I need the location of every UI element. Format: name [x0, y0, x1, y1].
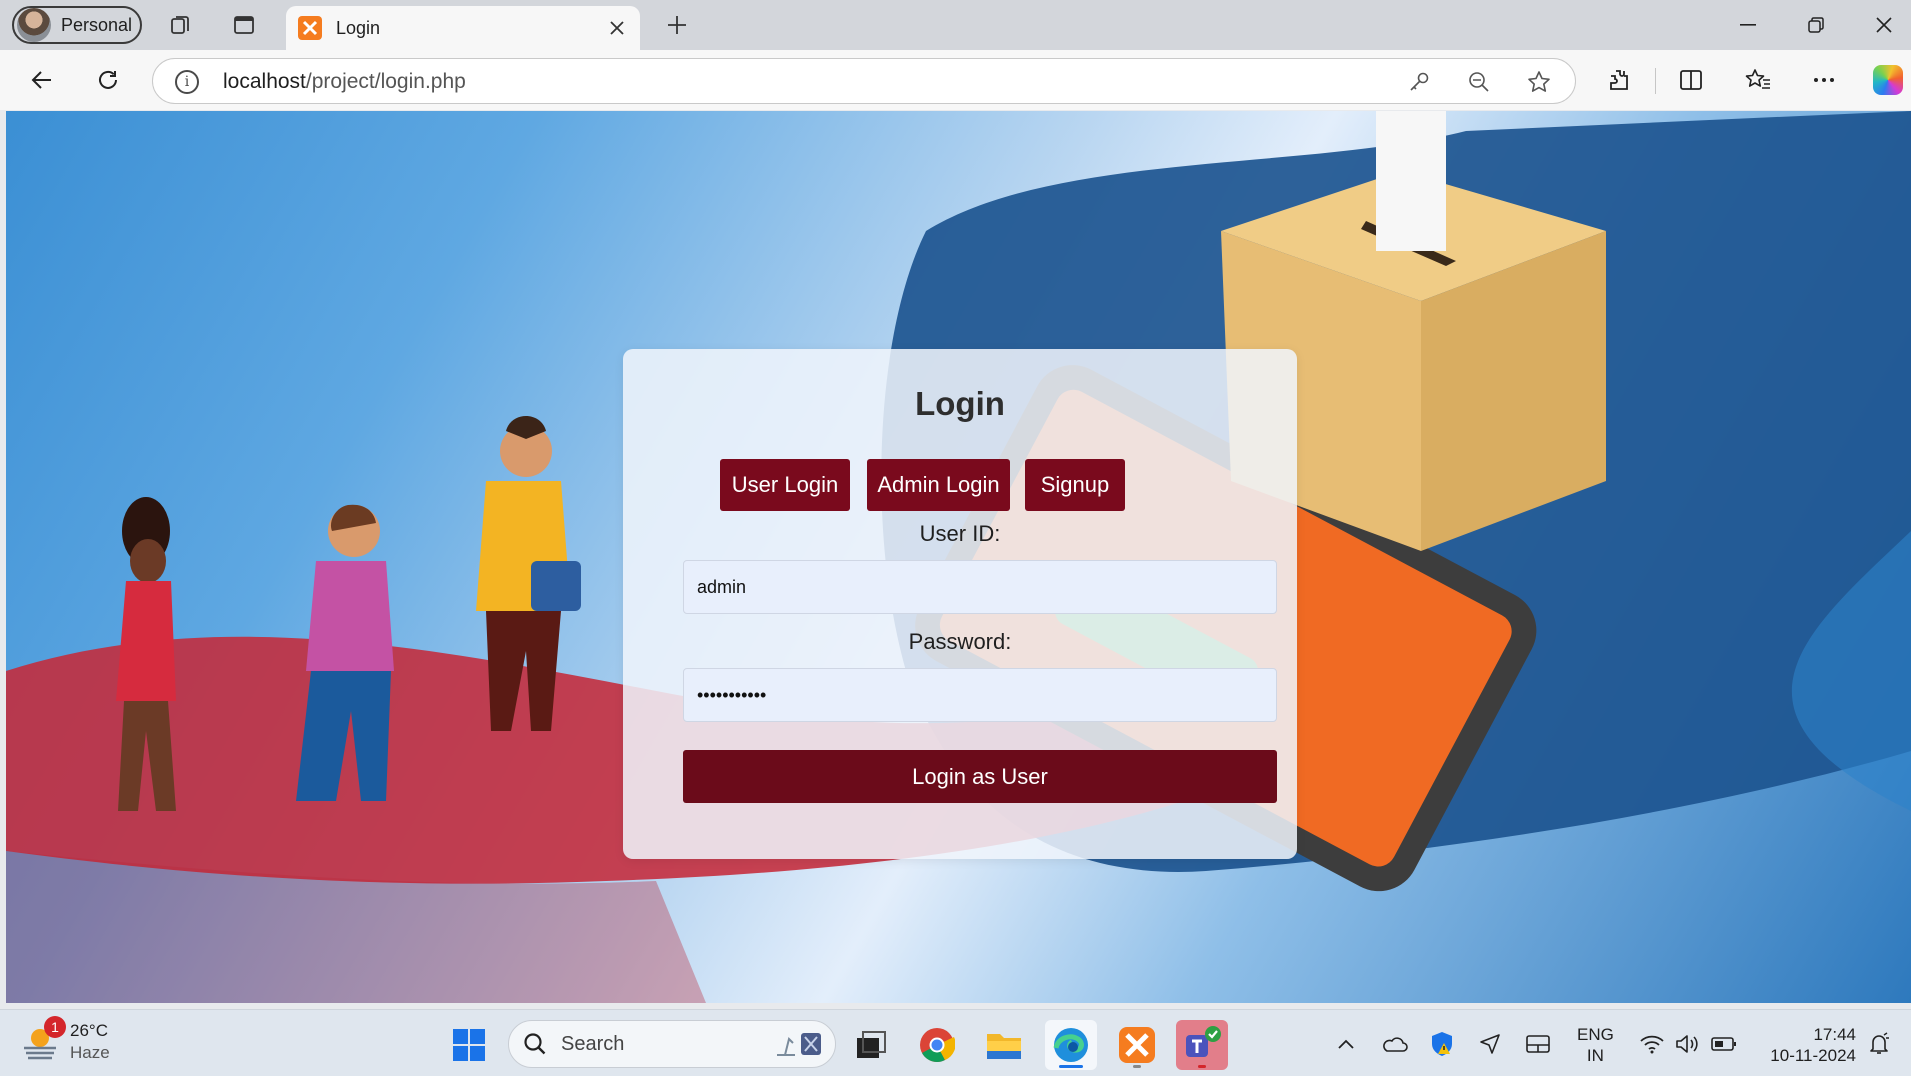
teams-app[interactable]	[1176, 1020, 1228, 1070]
tab-title: Login	[336, 17, 381, 38]
tab-actions-icon[interactable]	[229, 10, 259, 40]
site-info-icon[interactable]: i	[175, 70, 199, 94]
clock-date: 10-11-2024	[1770, 1046, 1856, 1065]
user-id-input[interactable]	[683, 560, 1277, 614]
search-highlight-icon	[777, 1033, 821, 1056]
running-app-indicator	[1133, 1065, 1141, 1068]
more-options-icon[interactable]	[1806, 62, 1842, 98]
chrome-app[interactable]	[911, 1020, 963, 1070]
copilot-icon[interactable]	[1873, 65, 1903, 95]
xampp-app[interactable]	[1111, 1020, 1163, 1070]
volume-icon[interactable]	[1673, 1030, 1701, 1058]
favorite-star-icon[interactable]	[1525, 68, 1553, 96]
tablet-mode-icon[interactable]	[1524, 1030, 1552, 1058]
workspaces-icon[interactable]	[166, 10, 196, 40]
avatar	[17, 8, 51, 42]
file-explorer-app[interactable]	[978, 1020, 1030, 1070]
teams-icon	[1186, 1026, 1221, 1057]
back-icon[interactable]	[24, 62, 60, 98]
active-app-indicator	[1059, 1065, 1083, 1068]
folder-icon	[987, 1034, 1021, 1059]
notification-bell-icon[interactable]	[1865, 1030, 1893, 1058]
login-card: Login User Login Admin Login Signup User…	[623, 349, 1297, 859]
show-hidden-icons-chevron-icon[interactable]	[1332, 1030, 1360, 1058]
clock-time: 17:44	[1813, 1025, 1856, 1044]
chrome-icon	[920, 1028, 955, 1062]
user-login-button[interactable]: User Login	[720, 459, 850, 511]
split-screen-icon[interactable]	[1673, 62, 1709, 98]
password-key-icon[interactable]	[1405, 68, 1433, 96]
start-button[interactable]	[443, 1020, 495, 1070]
edge-app[interactable]	[1045, 1020, 1097, 1070]
favorites-icon[interactable]	[1740, 62, 1776, 98]
weather-widget[interactable]: 1 26°C Haze	[20, 1016, 110, 1064]
admin-login-button[interactable]: Admin Login	[867, 459, 1010, 511]
password-input[interactable]	[683, 668, 1277, 722]
profile-button[interactable]: Personal	[12, 6, 142, 44]
user-id-label: User ID:	[919, 521, 1001, 546]
url-text[interactable]: localhost/project/login.php	[223, 70, 466, 94]
tab-login[interactable]: Login	[286, 6, 640, 50]
profile-label: Personal	[61, 14, 133, 35]
taskbar-search[interactable]: Search	[508, 1020, 836, 1068]
attention-indicator	[1198, 1065, 1206, 1068]
edge-icon	[1053, 1028, 1088, 1062]
wifi-icon[interactable]	[1638, 1030, 1666, 1058]
browser-toolbar: i localhost/project/login.php	[0, 50, 1911, 110]
page-viewport: Login User Login Admin Login Signup User…	[6, 111, 1911, 1003]
windows-logo-icon	[453, 1029, 485, 1061]
defender-shield-icon[interactable]	[1428, 1030, 1456, 1058]
signup-button[interactable]: Signup	[1025, 459, 1125, 511]
tab-strip: Personal Login	[0, 0, 1911, 50]
extensions-icon[interactable]	[1601, 62, 1637, 98]
haze-weather-icon: 1	[20, 1016, 66, 1062]
password-label: Password:	[908, 629, 1012, 654]
task-view-button[interactable]	[845, 1020, 897, 1070]
address-bar[interactable]: i localhost/project/login.php	[152, 58, 1576, 104]
temperature: 26°C	[70, 1021, 108, 1040]
battery-icon[interactable]	[1710, 1030, 1738, 1058]
xampp-icon	[1119, 1027, 1155, 1063]
location-arrow-icon[interactable]	[1476, 1030, 1504, 1058]
windows-taskbar: 1 26°C Haze Search ENG IN 17:44 10-11-20…	[0, 1009, 1911, 1076]
refresh-icon[interactable]	[90, 62, 126, 98]
task-view-icon	[857, 1031, 886, 1058]
minimize-icon[interactable]	[1724, 6, 1772, 44]
close-window-icon[interactable]	[1860, 6, 1908, 44]
search-icon	[524, 1033, 546, 1055]
search-placeholder: Search	[561, 1032, 625, 1055]
toolbar-divider	[1655, 68, 1656, 94]
login-submit-button[interactable]: Login as User	[683, 750, 1277, 803]
input-language[interactable]: ENG IN	[1577, 1024, 1614, 1066]
new-tab-icon[interactable]	[660, 10, 694, 40]
zoom-out-icon[interactable]	[1465, 68, 1493, 96]
weather-condition: Haze	[70, 1043, 110, 1062]
system-clock[interactable]: 17:44 10-11-2024	[1756, 1024, 1856, 1066]
notification-badge: 1	[44, 1016, 66, 1038]
onedrive-cloud-icon[interactable]	[1380, 1030, 1408, 1058]
close-tab-icon[interactable]	[604, 15, 630, 41]
restore-icon[interactable]	[1792, 6, 1840, 44]
login-title: Login	[915, 385, 1005, 422]
xampp-favicon-icon	[298, 16, 322, 40]
